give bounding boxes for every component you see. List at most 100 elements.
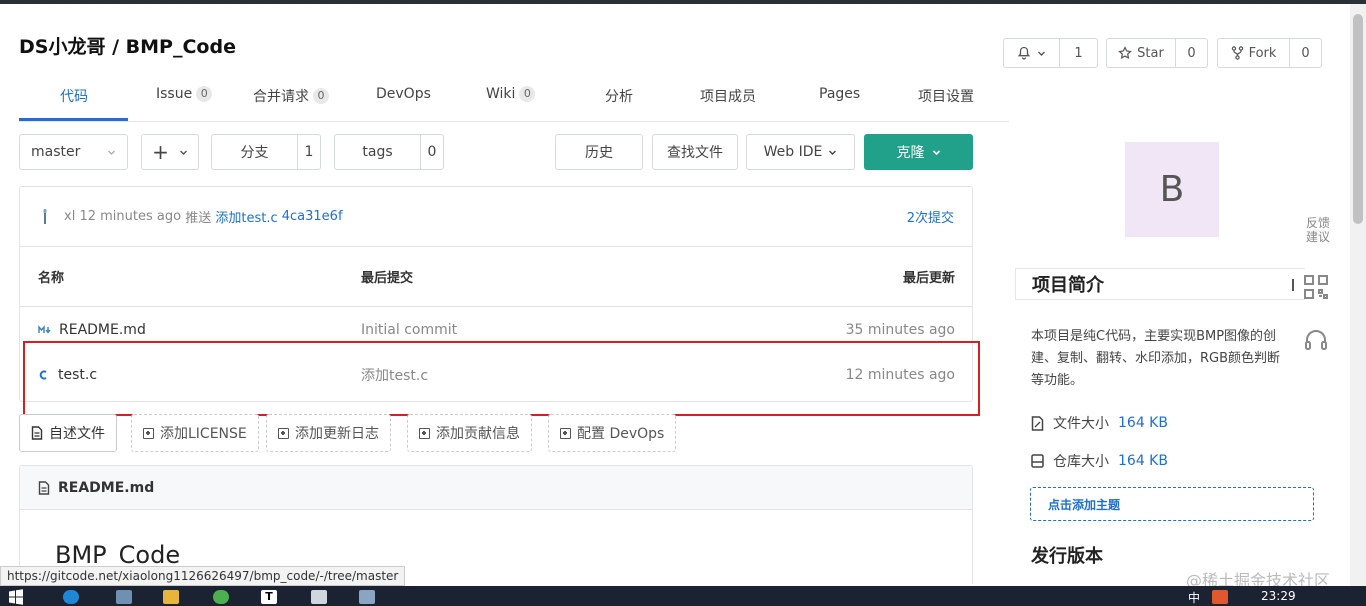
commits-count-link[interactable]: 2次提交 [907,207,954,226]
file-explorer-icon[interactable] [163,590,179,604]
window-icon[interactable] [359,590,375,604]
file-size-value: 164 KB [1118,415,1168,431]
add-changelog-button[interactable]: 添加更新日志 [266,414,391,452]
branch-name: master [31,144,81,160]
commit-message[interactable]: 添加test.c [215,207,277,226]
add-license-button[interactable]: 添加LICENSE [131,414,259,452]
scroll-thumb[interactable] [1353,14,1363,224]
tab-label: 项目成员 [700,89,756,105]
tags-label: tags [362,144,393,160]
find-file-button[interactable]: 查找文件 [652,134,738,170]
repo-name[interactable]: BMP_Code [126,36,236,58]
header-name: 名称 [38,271,65,286]
add-readme-button[interactable]: 自述文件 [19,414,117,452]
project-description: 本项目是纯C代码，主要实现BMP图像的创 建、复制、翻转、水印添加，RGB颜色判… [1031,326,1307,392]
chevron-down-icon [1038,51,1045,56]
star-button-group: Star 0 [1106,38,1208,68]
branches-label: 分支 [240,145,269,161]
watch-button[interactable] [1004,39,1059,67]
tab-label: 分析 [605,89,633,105]
description-line: 等功能。 [1031,373,1084,388]
tab-analysis[interactable]: 分析 [605,86,633,106]
project-avatar: B [1125,142,1219,237]
chevron-down-icon [179,150,187,155]
tab-label: DevOps [376,86,431,102]
star-count[interactable]: 0 [1175,39,1207,67]
commit-action: 推送 [185,211,212,226]
fork-button[interactable]: Fork [1218,39,1289,67]
repo-size-value: 164 KB [1118,453,1168,469]
star-button[interactable]: Star [1107,39,1175,67]
description-line: 建、复制、翻转、水印添加，RGB颜色判断 [1031,351,1281,366]
tab-label: Wiki [486,86,516,102]
tray-app-icon[interactable] [1212,590,1228,604]
fork-button-group: Fork 0 [1217,38,1322,68]
typora-icon[interactable]: T [261,590,277,604]
count-badge: 0 [519,86,536,102]
action-label: 配置 DevOps [577,426,665,442]
description-line: 本项目是纯C代码，主要实现BMP图像的创 [1031,329,1277,344]
file-size-icon [1031,415,1044,431]
chevron-down-icon [108,150,115,155]
history-button[interactable]: 历史 [555,134,643,170]
add-contributing-button[interactable]: 添加贡献信息 [407,414,532,452]
configure-devops-button[interactable]: 配置 DevOps [548,414,677,452]
add-topic-button[interactable]: 点击添加主题 [1030,487,1314,521]
windows-start-icon[interactable] [8,589,24,605]
file-size-label: 文件大小 [1053,416,1109,432]
clock-time[interactable]: 23:29 [1261,589,1296,603]
tags-button[interactable]: tags 0 [334,134,444,170]
headset-icon[interactable] [1303,328,1329,354]
latest-commit-row: xl 12 minutes ago 推送 添加test.c 4ca31e6f 2… [20,187,972,247]
readme-filename[interactable]: README.md [58,480,154,496]
page-scrollbar[interactable] [1350,4,1366,586]
tab-code[interactable]: 代码 [60,86,88,106]
star-label: Star [1137,45,1164,61]
readme-header: README.md [20,466,972,510]
document-icon [38,480,50,495]
tab-label: Issue [156,86,193,102]
fork-count[interactable]: 0 [1289,39,1321,67]
add-square-icon [560,427,571,439]
fork-icon [1231,46,1243,60]
branches-button[interactable]: 分支 1 [211,134,321,170]
tab-label: 代码 [60,89,88,105]
action-label: 添加LICENSE [160,426,247,442]
file-size-row: 文件大小 164 KB [1031,413,1168,433]
tab-label: 合并请求 [253,89,309,105]
tab-settings[interactable]: 项目设置 [918,86,974,106]
tab-merge-requests[interactable]: 合并请求 0 [253,86,329,106]
web-ide-button[interactable]: Web IDE [746,134,855,170]
app-icon[interactable] [213,590,229,604]
taskbar: T 中 23:29 [0,586,1366,606]
tags-count: 0 [420,135,443,169]
file-name[interactable]: README.md [59,322,146,338]
repo-size-label: 仓库大小 [1053,454,1109,470]
edge-browser-icon[interactable] [63,590,79,604]
add-dropdown-button[interactable]: + [141,134,199,170]
tab-label: 项目设置 [918,89,974,105]
edit-icon[interactable] [1288,278,1298,292]
star-icon [1118,46,1132,60]
repo-owner[interactable]: DS小龙哥 [19,36,105,58]
tab-pages[interactable]: Pages [819,86,860,102]
commit-sha[interactable]: 4ca31e6f [282,209,343,224]
clone-button[interactable]: 克隆 [864,134,973,170]
qr-code-icon[interactable] [1303,274,1329,300]
calculator-icon[interactable] [116,590,132,604]
feedback-button[interactable]: 反馈建议 [1303,216,1333,244]
tab-members[interactable]: 项目成员 [700,86,756,106]
notepad-icon[interactable] [311,590,327,604]
commit-author[interactable]: xl [64,209,75,224]
tab-devops[interactable]: DevOps [376,86,431,102]
tab-wiki[interactable]: Wiki 0 [486,86,536,102]
watch-count[interactable]: 1 [1059,39,1097,67]
ime-indicator[interactable]: 中 [1188,589,1200,606]
branch-select[interactable]: master [19,134,128,170]
clone-label: 克隆 [896,145,925,161]
tabs-divider [19,121,1009,122]
action-label: 自述文件 [49,426,105,442]
database-icon [1031,454,1044,468]
branches-count: 1 [297,135,320,169]
tab-issue[interactable]: Issue 0 [156,86,213,102]
